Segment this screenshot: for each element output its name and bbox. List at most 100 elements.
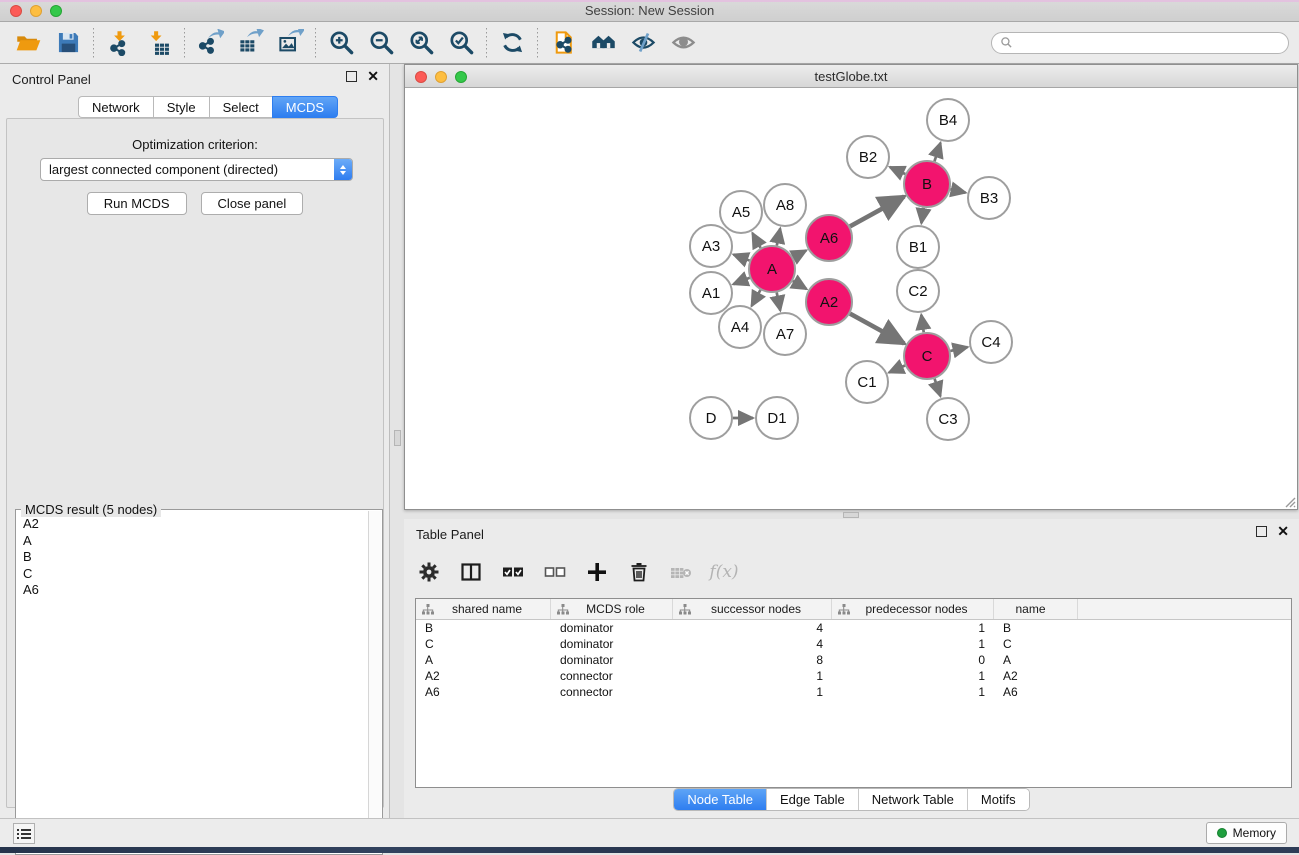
tab-motifs[interactable]: Motifs: [968, 789, 1029, 810]
table-cell[interactable]: 1: [832, 620, 994, 636]
fx-button[interactable]: f(x): [706, 555, 740, 589]
edge-B-B4[interactable]: [935, 143, 941, 161]
save-button[interactable]: [48, 26, 88, 60]
table-cell[interactable]: 1: [673, 668, 832, 684]
tab-select[interactable]: Select: [209, 96, 272, 118]
horizontal-splitter-handle[interactable]: [843, 512, 859, 518]
import-table-button[interactable]: [139, 26, 179, 60]
table-cell[interactable]: 0: [832, 652, 994, 668]
table-row[interactable]: A2connector11A2: [416, 668, 1291, 684]
dropdown-stepper-icon[interactable]: [334, 159, 352, 180]
table-cell[interactable]: B: [994, 620, 1078, 636]
graph-node-A5[interactable]: A5: [720, 191, 762, 233]
edge-C-C4[interactable]: [950, 347, 967, 351]
graph-node-A1[interactable]: A1: [690, 272, 732, 314]
resize-grip[interactable]: [1282, 494, 1296, 508]
table-cell[interactable]: A2: [416, 668, 551, 684]
tab-node-table[interactable]: Node Table: [674, 789, 767, 810]
network-graph[interactable]: B4 B2 B B3 A5 A8 A6 B1 A3 A A1 C2 A2 A4 …: [405, 88, 1297, 509]
graph-node-D1[interactable]: D1: [756, 397, 798, 439]
graph-node-D[interactable]: D: [690, 397, 732, 439]
export-table-button[interactable]: [230, 26, 270, 60]
memory-button[interactable]: Memory: [1206, 822, 1287, 844]
float-panel-icon[interactable]: [346, 71, 357, 82]
tab-network[interactable]: Network: [78, 96, 153, 118]
hide-details-button[interactable]: [623, 26, 663, 60]
check-all-button[interactable]: [496, 555, 530, 589]
graph-node-A3[interactable]: A3: [690, 225, 732, 267]
edge-A-A7[interactable]: [777, 293, 781, 311]
table-cell[interactable]: B: [416, 620, 551, 636]
graph-node-A7[interactable]: A7: [764, 313, 806, 355]
graph-node-B[interactable]: B: [904, 161, 950, 207]
edge-A-A5[interactable]: [753, 233, 761, 248]
search-input[interactable]: [1013, 36, 1280, 50]
table-cell[interactable]: dominator: [551, 636, 673, 652]
tab-edge-table[interactable]: Edge Table: [767, 789, 859, 810]
table-cell[interactable]: connector: [551, 684, 673, 700]
edge-A-A3[interactable]: [734, 255, 750, 261]
edge-B-B1[interactable]: [921, 208, 923, 223]
graph-node-C4[interactable]: C4: [970, 321, 1012, 363]
graph-node-B4[interactable]: B4: [927, 99, 969, 141]
duplicate-network-button[interactable]: [543, 26, 583, 60]
task-history-button[interactable]: [13, 823, 35, 844]
table-row[interactable]: Adominator80A: [416, 652, 1291, 668]
graph-node-C[interactable]: C: [904, 333, 950, 379]
optimization-criterion-dropdown[interactable]: largest connected component (directed): [40, 158, 353, 181]
table-cell[interactable]: A2: [994, 668, 1078, 684]
graph-node-A2[interactable]: A2: [806, 279, 852, 325]
table-cell[interactable]: 1: [832, 684, 994, 700]
network-window-titlebar[interactable]: testGlobe.txt: [405, 65, 1297, 88]
table-cell[interactable]: 4: [673, 620, 832, 636]
graph-node-C3[interactable]: C3: [927, 398, 969, 440]
table-cell[interactable]: A6: [416, 684, 551, 700]
table-cell[interactable]: 1: [673, 684, 832, 700]
zoom-in-button[interactable]: [321, 26, 361, 60]
table-cell[interactable]: dominator: [551, 652, 673, 668]
graph-node-C1[interactable]: C1: [846, 361, 888, 403]
edge-C-C1[interactable]: [889, 366, 905, 373]
graph-node-B3[interactable]: B3: [968, 177, 1010, 219]
edge-A-A8[interactable]: [777, 229, 780, 246]
graph-node-B2[interactable]: B2: [847, 136, 889, 178]
result-item[interactable]: C: [19, 566, 366, 583]
search-box[interactable]: [991, 32, 1289, 54]
edge-A-A4[interactable]: [752, 290, 761, 306]
export-image-button[interactable]: [270, 26, 310, 60]
column-header-predecessor-nodes[interactable]: predecessor nodes: [832, 599, 994, 619]
table-cell[interactable]: 4: [673, 636, 832, 652]
run-mcds-button[interactable]: Run MCDS: [87, 192, 187, 215]
table-cell[interactable]: connector: [551, 668, 673, 684]
edge-A-A6[interactable]: [793, 250, 806, 257]
result-item[interactable]: A: [19, 533, 366, 550]
column-header-MCDS-role[interactable]: MCDS role: [551, 599, 673, 619]
tab-network-table[interactable]: Network Table: [859, 789, 968, 810]
table-cell[interactable]: A6: [994, 684, 1078, 700]
gear-button[interactable]: [412, 555, 446, 589]
delete-table-button[interactable]: [664, 555, 698, 589]
zoom-out-button[interactable]: [361, 26, 401, 60]
edge-B-B3[interactable]: [950, 189, 965, 192]
column-header-shared-name[interactable]: shared name: [416, 599, 551, 619]
table-cell[interactable]: dominator: [551, 620, 673, 636]
table-cell[interactable]: C: [994, 636, 1078, 652]
close-table-panel-icon[interactable]: ✕: [1277, 526, 1289, 537]
table-cell[interactable]: 1: [832, 668, 994, 684]
home-button[interactable]: [583, 26, 623, 60]
column-header-name[interactable]: name: [994, 599, 1078, 619]
trash-button[interactable]: [622, 555, 656, 589]
zoom-fit-button[interactable]: [401, 26, 441, 60]
uncheck-all-button[interactable]: [538, 555, 572, 589]
result-item[interactable]: B: [19, 549, 366, 566]
tab-style[interactable]: Style: [153, 96, 209, 118]
graph-node-A8[interactable]: A8: [764, 184, 806, 226]
result-item[interactable]: A2: [19, 516, 366, 533]
folder-open-button[interactable]: [8, 26, 48, 60]
edge-B-B2[interactable]: [890, 167, 905, 174]
close-panel-icon[interactable]: ✕: [367, 71, 379, 82]
table-cell[interactable]: C: [416, 636, 551, 652]
graph-node-A4[interactable]: A4: [719, 306, 761, 348]
edge-A-A1[interactable]: [733, 278, 749, 284]
table-cell[interactable]: A: [416, 652, 551, 668]
